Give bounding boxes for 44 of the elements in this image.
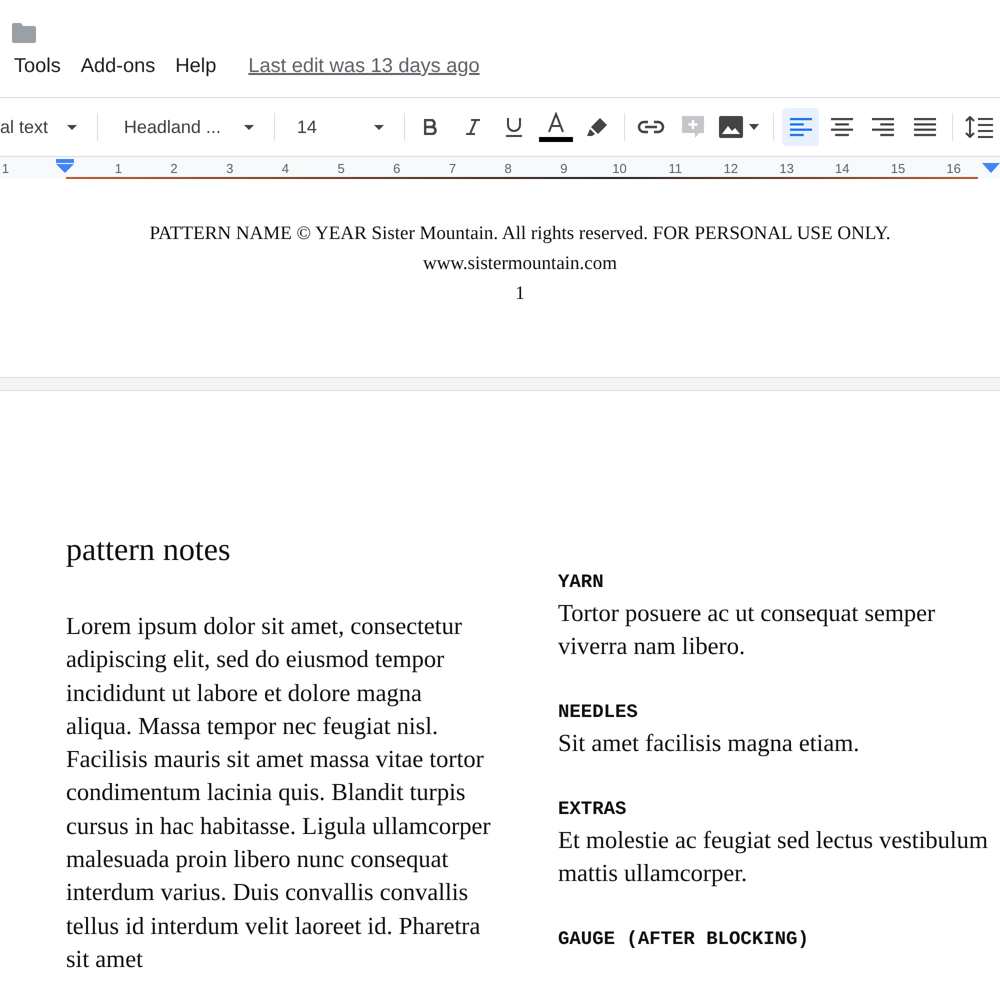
footer-text: 1 xyxy=(514,282,525,306)
menu-item[interactable]: Help xyxy=(165,55,226,78)
ruler-number: 12 xyxy=(722,160,740,176)
caret-icon xyxy=(244,124,254,130)
ruler-number: 5 xyxy=(336,160,346,176)
caret-icon xyxy=(374,124,384,130)
indent-marker-icon[interactable] xyxy=(982,163,1000,173)
section-text: Et molestie ac feugiat sed lectus vestibulum mattis ullamcorper. xyxy=(558,826,988,889)
ruler-number: 14 xyxy=(834,160,851,176)
folder-icon[interactable] xyxy=(12,23,36,43)
ruler-number: 4 xyxy=(280,160,290,176)
body-paragraph: Lorem ipsum dolor sit amet, consectetur adipiscing elit, sed do eiusmod tempor incididunt ut labore et dolore magna aliqua. Massa tempor nec feugiat nisl. Facilisis mauris sit amet massa vitae tortor condimentum lacinia quis. Blandit turpis cursus in hac habitasse. Ligula ullamcorper malesuada proin libero nunc consequat interdum varius. Duis convallis convallis tellus id interdum velit laoreet id. Pharetra sit amet xyxy=(66,612,491,975)
ruler-number: 3 xyxy=(225,160,234,176)
style-dropdown[interactable]: al text xyxy=(0,116,91,138)
ruler-number: 6 xyxy=(392,160,402,176)
section-text: Tortor posuere ac ut consequat semper viverra nam libero. xyxy=(558,599,936,662)
last-edit-link[interactable]: Last edit was 13 days ago xyxy=(248,55,480,78)
align-left-icon[interactable] xyxy=(782,108,820,146)
ruler-number: 10 xyxy=(611,160,628,176)
ruler-number: 1 xyxy=(114,160,123,176)
caret-icon xyxy=(66,124,77,130)
indent-marker-icon[interactable] xyxy=(56,159,74,173)
menu-item[interactable]: Tools xyxy=(4,55,71,78)
section-text: Sit amet facilisis magna etiam. xyxy=(558,729,860,759)
font-dropdown[interactable]: Headland ... xyxy=(104,116,268,138)
ruler-number: 1 xyxy=(0,160,10,176)
section-title: GAUGE (AFTER BLOCKING) xyxy=(558,927,810,952)
ruler[interactable]: 1 1 2 3 4 5 6 7 8 9 10 11 12 13 14 15 16 xyxy=(0,156,1000,179)
ruler-number: 9 xyxy=(559,160,568,176)
ruler-number: 7 xyxy=(448,160,458,176)
ruler-number: 11 xyxy=(667,160,683,176)
section-title: NEEDLES xyxy=(558,700,639,725)
footer-text: PATTERN NAME © YEAR Sister Mountain. All rights reserved. FOR PERSONAL USE ONLY. xyxy=(148,222,891,246)
ruler-number: 2 xyxy=(169,160,179,176)
footer-text: www.sistermountain.com xyxy=(422,252,618,276)
ruler-number: 13 xyxy=(778,160,795,176)
section-title: YARN xyxy=(558,570,605,595)
font-size-dropdown[interactable]: 14 xyxy=(280,116,398,138)
ruler-number: 15 xyxy=(890,160,906,176)
ruler-number: 8 xyxy=(504,160,513,176)
page-heading: pattern notes xyxy=(66,531,232,568)
ruler-number: 16 xyxy=(945,160,962,176)
menu-item[interactable]: Add-ons xyxy=(70,55,166,78)
section-title: EXTRAS xyxy=(558,797,628,822)
